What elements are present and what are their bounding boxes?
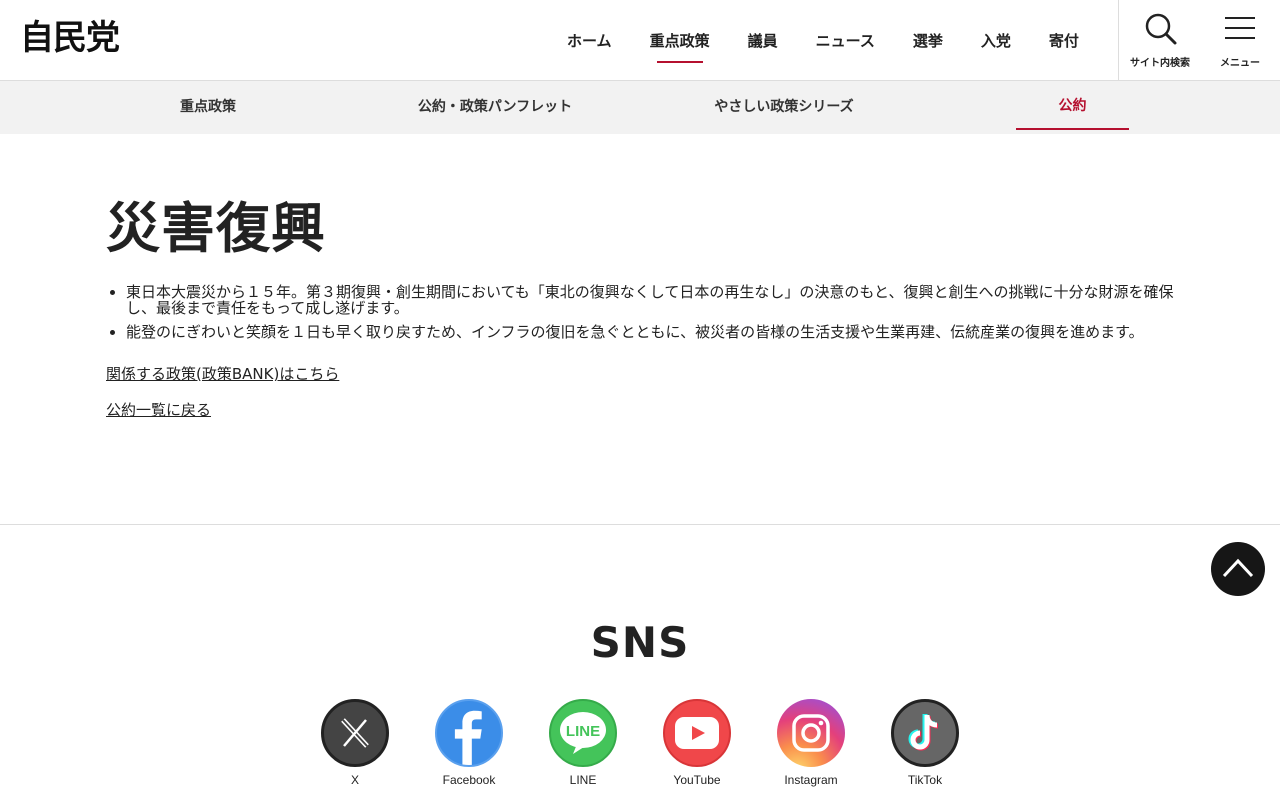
menu-button[interactable]: メニュー [1200,0,1280,80]
hamburger-icon [1225,17,1255,39]
subnav-pledge[interactable]: 公約 [1016,81,1129,130]
list-item: 能登のにぎわいと笑顔を１日も早く取り戻すため、インフラの復旧を急ぐとともに、被災… [126,324,1176,340]
page-title: 災害復興 [106,197,326,260]
site-header: 自民党 ホーム 重点政策 議員 ニュース 選挙 入党 寄付 サイト内検索 メニュ… [0,0,1280,81]
nav-home[interactable]: ホーム [548,0,631,80]
chevron-up-icon [1222,558,1254,578]
search-label: サイト内検索 [1130,58,1190,69]
tiktok-icon [891,699,959,767]
global-nav: ホーム 重点政策 議員 ニュース 選挙 入党 寄付 [548,0,1098,80]
youtube-icon [663,699,731,767]
nav-policy[interactable]: 重点政策 [631,0,729,80]
nav-news[interactable]: ニュース [797,0,894,80]
sns-facebook-link[interactable]: Facebook [419,699,519,787]
subnav-pamphlet[interactable]: 公約・政策パンフレット [400,81,590,130]
svg-text:LINE: LINE [566,723,600,740]
nav-join[interactable]: 入党 [962,0,1030,80]
sns-label-x: X [350,773,359,787]
subnav-easy-policy-series[interactable]: やさしい政策シリーズ [700,81,868,130]
sns-label-line: LINE [569,773,597,787]
sns-instagram-link[interactable]: Instagram [761,699,861,787]
section-divider [0,524,1280,525]
site-logo[interactable]: 自民党 [20,19,120,57]
sns-tiktok-link[interactable]: TikTok [875,699,975,787]
subnav-priority-policy[interactable]: 重点政策 [150,81,266,130]
sub-nav: 重点政策 公約・政策パンフレット やさしい政策シリーズ 公約 [0,81,1280,134]
nav-members[interactable]: 議員 [729,0,797,80]
sns-line-link[interactable]: LINE LINE [533,699,633,787]
pledge-list: 東日本大震災から１５年。第３期復興・創生期間においても「東北の復興なくして日本の… [126,284,1176,348]
search-icon [1145,13,1177,45]
sns-x-link[interactable]: X [305,699,405,787]
page-top-button[interactable] [1211,542,1265,596]
facebook-icon [435,699,503,767]
menu-label: メニュー [1220,58,1260,69]
sns-label-youtube: YouTube [673,773,721,787]
line-icon: LINE [549,699,617,767]
header-divider [1118,0,1119,80]
sns-label-tiktok: TikTok [907,773,943,787]
sns-youtube-link[interactable]: YouTube [647,699,747,787]
sns-heading: SNS [590,618,690,667]
list-item: 東日本大震災から１５年。第３期復興・創生期間においても「東北の復興なくして日本の… [126,284,1176,316]
nav-election[interactable]: 選挙 [894,0,962,80]
sns-label-instagram: Instagram [784,773,838,787]
sns-label-facebook: Facebook [442,773,496,787]
back-to-list-link[interactable]: 公約一覧に戻る [106,399,211,420]
x-icon [321,699,389,767]
nav-donate[interactable]: 寄付 [1030,0,1098,80]
site-search-button[interactable]: サイト内検索 [1120,0,1200,80]
related-policy-link[interactable]: 関係する政策(政策BANK)はこちら [106,363,339,384]
instagram-icon [777,699,845,767]
